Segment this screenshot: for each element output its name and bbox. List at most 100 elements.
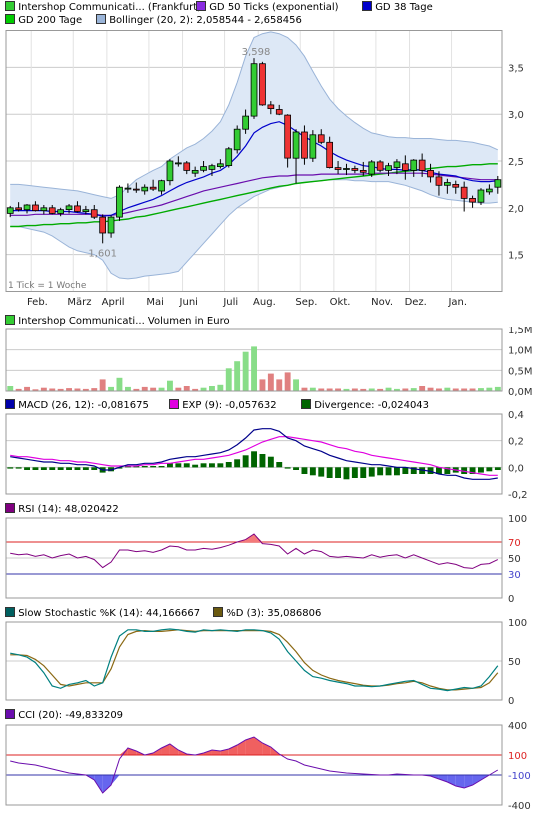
legend-label: RSI (14): 48,020422 bbox=[18, 504, 119, 515]
candle-body bbox=[267, 104, 275, 110]
divergence-bar bbox=[40, 467, 47, 470]
y-tick-label: 2,0 bbox=[508, 204, 524, 215]
candle-body bbox=[225, 148, 233, 167]
divergence-bar bbox=[309, 467, 316, 476]
y-tick-label: 1,5M bbox=[508, 327, 533, 336]
candle-body bbox=[158, 180, 165, 192]
y-tick-label: 0,0 bbox=[508, 463, 524, 474]
volume-bar bbox=[293, 379, 299, 391]
volume-bar bbox=[419, 386, 426, 391]
y-tick-label: 0,2 bbox=[508, 437, 524, 448]
legend-label: Intershop Communicati... (Frankfurt) bbox=[18, 2, 202, 13]
divergence-bar bbox=[158, 466, 165, 468]
volume-bar bbox=[217, 384, 224, 391]
candle-body bbox=[292, 131, 300, 159]
candle-body bbox=[132, 188, 140, 191]
candle-body bbox=[174, 162, 182, 165]
candle-body bbox=[141, 186, 149, 192]
candle-body bbox=[485, 188, 493, 193]
divergence-bar bbox=[351, 467, 358, 478]
candle-body bbox=[376, 161, 384, 171]
volume-bar bbox=[141, 386, 148, 391]
candle-body bbox=[149, 186, 157, 190]
divergence-bar bbox=[141, 466, 148, 468]
candle-body bbox=[427, 169, 434, 178]
month-label: Okt. bbox=[330, 297, 351, 308]
candle-body bbox=[107, 216, 115, 234]
low-label: 1,601 bbox=[88, 248, 117, 259]
legend-label: EXP (9): -0,057632 bbox=[182, 400, 277, 411]
legend-swatch bbox=[5, 399, 15, 409]
cci-negative-fill bbox=[102, 775, 112, 793]
candle-body bbox=[385, 165, 392, 171]
candle-body bbox=[250, 63, 258, 117]
legend-item-gd38: GD 38 Tage bbox=[362, 1, 433, 13]
legend-swatch bbox=[5, 503, 15, 513]
legend-item-stoch-d: %D (3): 35,086806 bbox=[213, 607, 321, 619]
candle-body bbox=[284, 114, 292, 159]
divergence-bar bbox=[183, 463, 190, 468]
candle-body bbox=[351, 168, 359, 171]
month-label: Sep. bbox=[295, 297, 317, 308]
legend-item-stoch-k: Slow Stochastic %K (14): 44,166667 bbox=[5, 607, 200, 619]
volume-bar bbox=[276, 379, 283, 391]
divergence-bar bbox=[494, 467, 501, 470]
divergence-bar bbox=[15, 467, 22, 469]
candle-body bbox=[191, 169, 199, 174]
candle-body bbox=[334, 167, 342, 170]
divergence-bar bbox=[293, 467, 299, 470]
candle-body bbox=[32, 204, 39, 211]
candle-body bbox=[99, 216, 106, 234]
candle-body bbox=[435, 176, 443, 186]
candle-body bbox=[477, 189, 485, 203]
candle-body bbox=[359, 169, 367, 173]
month-label: Mai bbox=[146, 297, 164, 308]
month-label: Juni bbox=[179, 297, 198, 308]
y-tick-label: 100 bbox=[508, 515, 527, 525]
volume-bar bbox=[24, 386, 30, 391]
candle-body bbox=[6, 207, 14, 214]
candle-body bbox=[393, 161, 401, 168]
divergence-bar bbox=[209, 463, 215, 468]
legend-label: MACD (26, 12): -0,081675 bbox=[18, 400, 149, 411]
legend-label: Bollinger (20, 2): 2,058544 - 2,658456 bbox=[109, 15, 302, 26]
y-tick-label: 100 bbox=[508, 619, 527, 629]
candle-body bbox=[166, 160, 174, 182]
y-tick-label: 50 bbox=[508, 657, 521, 668]
y-tick-label: 0 bbox=[508, 696, 514, 705]
stoch-k-line bbox=[10, 628, 499, 692]
legend-label: GD 200 Tage bbox=[18, 15, 83, 26]
divergence-bar bbox=[335, 467, 341, 478]
divergence-bar bbox=[32, 467, 39, 470]
volume-bar bbox=[259, 379, 266, 391]
candle-body bbox=[57, 209, 65, 214]
divergence-bar bbox=[150, 466, 157, 468]
candle-body bbox=[368, 161, 376, 175]
divergence-bar bbox=[284, 467, 291, 469]
legend-swatch bbox=[96, 14, 106, 24]
divergence-bar bbox=[49, 467, 56, 470]
candle-body bbox=[90, 209, 98, 218]
divergence-bar bbox=[385, 467, 392, 476]
candle-body bbox=[242, 115, 249, 130]
candle-body bbox=[233, 128, 241, 151]
divergence-bar bbox=[66, 467, 72, 470]
divergence-bar bbox=[251, 451, 257, 468]
candle-body bbox=[15, 207, 22, 211]
divergence-bar bbox=[486, 467, 493, 472]
legend-item-exp: EXP (9): -0,057632 bbox=[169, 399, 277, 411]
candle-body bbox=[469, 197, 476, 203]
volume-bar bbox=[494, 386, 501, 391]
candle-body bbox=[208, 165, 216, 170]
candle-body bbox=[23, 204, 31, 211]
legend-swatch bbox=[5, 1, 15, 11]
candle-body bbox=[48, 207, 56, 214]
legend-label: Intershop Communicati... Volumen in Euro bbox=[18, 316, 230, 327]
volume-bar bbox=[209, 386, 215, 391]
legend-item-gd200: GD 200 Tage bbox=[5, 14, 82, 26]
month-label: Jan. bbox=[447, 297, 467, 308]
legend-item-bollinger: Bollinger (20, 2): 2,058544 - 2,658456 bbox=[96, 14, 302, 26]
divergence-bar bbox=[192, 464, 199, 468]
divergence-bar bbox=[360, 467, 367, 478]
candle-body bbox=[301, 131, 308, 159]
